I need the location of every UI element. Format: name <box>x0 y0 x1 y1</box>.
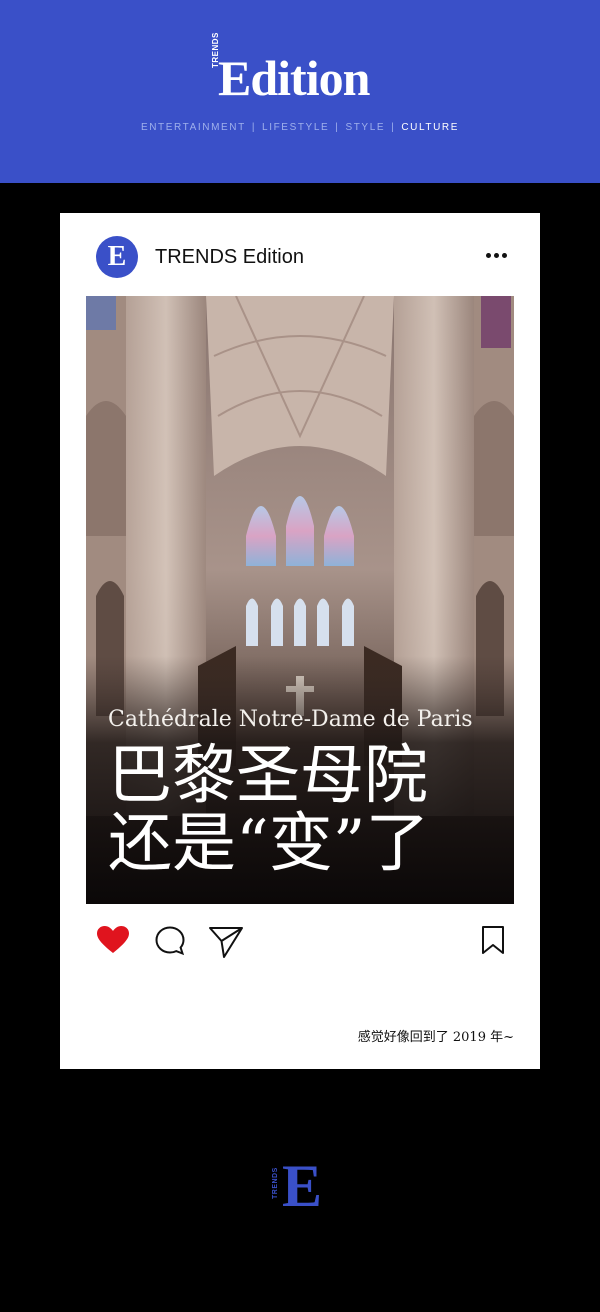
category-nav: ENTERTAINMENT | LIFESTYLE | STYLE | CULTURE <box>0 122 600 133</box>
nav-item-lifestyle[interactable]: LIFESTYLE <box>262 122 329 133</box>
send-icon[interactable] <box>208 925 244 959</box>
photo-title: 巴黎圣母院 还是“变”了 <box>108 742 429 878</box>
photo-subtitle: Cathédrale Notre-Dame de Paris <box>108 707 473 732</box>
nav-item-entertainment[interactable]: ENTERTAINMENT <box>141 122 246 133</box>
app-header: TRENDS Edition ENTERTAINMENT | LIFESTYLE | S… <box>0 0 600 183</box>
nav-item-culture[interactable]: CULTURE <box>401 122 459 133</box>
brand-logo[interactable]: Edition <box>218 50 370 106</box>
more-dots-icon[interactable] <box>486 245 508 265</box>
photo-title-line-2: 还是“变”了 <box>108 807 430 881</box>
heart-icon[interactable] <box>96 925 130 955</box>
nav-separator: | <box>391 122 396 133</box>
avatar-letter: E <box>107 241 127 272</box>
avatar[interactable]: E <box>96 236 138 278</box>
post-image[interactable]: Cathédrale Notre-Dame de Paris 巴黎圣母院 还是“… <box>86 296 514 904</box>
account-name[interactable]: TRENDS Edition <box>155 244 304 270</box>
nav-item-style[interactable]: STYLE <box>345 122 385 133</box>
footer-logo: E TRENDS <box>268 1155 334 1217</box>
photo-title-line-1: 巴黎圣母院 <box>108 739 428 813</box>
post-card: E TRENDS Edition Cathédrale Notre-Dame d… <box>60 213 540 1069</box>
nav-separator: | <box>251 122 257 133</box>
nav-separator: | <box>335 122 340 133</box>
bookmark-icon[interactable] <box>480 925 506 955</box>
footer-logo-tag: TRENDS <box>272 1167 279 1199</box>
post-caption: 感觉好像回到了 2019 年~ <box>357 1030 514 1045</box>
footer-logo-letter: E <box>282 1153 323 1219</box>
comment-icon[interactable] <box>154 925 186 957</box>
